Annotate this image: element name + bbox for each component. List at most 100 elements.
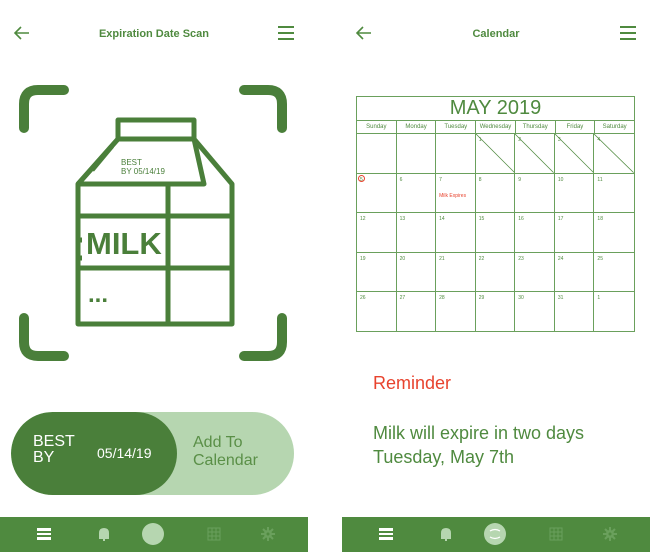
calendar-day-cell[interactable]: 14 <box>436 213 476 253</box>
weekday-label: Friday <box>556 121 596 133</box>
calendar-day-cell[interactable]: 28 <box>436 292 476 332</box>
carton-date-text: BY 05/14/19 <box>121 167 165 176</box>
day-number: 29 <box>478 295 485 302</box>
calendar-day-cell[interactable]: 10 <box>554 173 595 214</box>
weekday-label: Tuesday <box>436 121 477 133</box>
day-number: 17 <box>557 216 564 223</box>
scan-screen: Expiration Date Scan BEST BY 05/14/19 MI… <box>0 0 308 552</box>
past-day-strike-icon <box>554 134 594 173</box>
weekday-label: Monday <box>397 121 437 133</box>
day-number: 12 <box>360 216 366 223</box>
calendar-day-cell[interactable]: 20 <box>396 252 437 293</box>
carton-milk-label: MILK <box>86 226 162 261</box>
past-day-strike-icon <box>515 134 554 173</box>
day-number: 19 <box>360 255 366 262</box>
calendar-day-cell[interactable]: 1 <box>475 134 516 174</box>
nav-camera-icon[interactable] <box>481 517 521 552</box>
calendar-day-cell[interactable]: 4 <box>594 134 634 174</box>
day-number: 16 <box>518 216 524 223</box>
calendar-day-cell[interactable]: 1 <box>594 292 634 332</box>
calendar-day-cell[interactable]: 31 <box>555 292 595 332</box>
weekday-label: Wednesday <box>476 121 516 133</box>
day-number: 18 <box>597 216 603 223</box>
calendar-grid: 1 2 3 4 5 6 7 Milk Expires 8 9 10 11 12 13 14 15 16 17 18 1… <box>357 134 634 332</box>
calendar-day-cell[interactable] <box>396 134 437 174</box>
calendar-day-cell[interactable]: 30 <box>515 292 555 332</box>
calendar-day-cell[interactable] <box>436 134 476 174</box>
scan-frame-icon <box>19 85 287 361</box>
calendar-day-cell[interactable]: 7 Milk Expires <box>436 173 476 214</box>
calendar-day-cell[interactable]: 15 <box>475 213 516 253</box>
day-number: 13 <box>399 216 406 223</box>
calendar-event[interactable]: Milk Expires <box>439 193 466 199</box>
calendar-day-cell[interactable]: 3 <box>554 134 595 174</box>
day-number: 14 <box>439 216 445 223</box>
weekday-label: Thursday <box>516 121 556 133</box>
page-title: Expiration Date Scan <box>98 28 210 40</box>
calendar-day-cell[interactable]: 25 <box>594 253 634 293</box>
day-number: 11 <box>597 176 603 183</box>
carton-dots: ... <box>88 281 108 308</box>
day-number: 24 <box>557 255 564 262</box>
weekday-header: Sunday Monday Tuesday Wednesday Thursday Frid… <box>357 121 634 134</box>
day-number: 22 <box>478 255 485 262</box>
calendar-day-cell[interactable]: 21 <box>436 252 476 293</box>
weekday-label: Sunday <box>357 121 397 133</box>
past-day-strike-icon <box>594 134 634 173</box>
nav-gear-icon[interactable] <box>590 517 630 552</box>
menu-icon[interactable] <box>620 26 636 40</box>
calendar-day-cell[interactable]: 2 <box>515 134 555 174</box>
day-number: 28 <box>439 295 445 302</box>
bottom-nav <box>342 517 650 552</box>
weekday-label: Saturday <box>602 124 627 130</box>
day-number: 27 <box>399 295 406 302</box>
day-number: 6 <box>399 176 403 183</box>
calendar-day-cell[interactable]: 6 <box>396 173 437 214</box>
day-number: 25 <box>597 255 603 262</box>
calendar-day-cell[interactable]: 18 <box>594 213 634 253</box>
menu-icon[interactable] <box>278 26 294 40</box>
day-number: 26 <box>360 295 366 302</box>
calendar-day-cell[interactable]: 29 <box>476 292 516 332</box>
bottom-nav <box>0 517 308 552</box>
calendar-day-cell[interactable]: 9 <box>515 173 555 214</box>
day-number: 31 <box>557 295 564 302</box>
top-bar: Calendar <box>342 0 650 68</box>
best-by-label: BEST BY <box>33 433 75 466</box>
reminder-message: Milk will expire in two days <box>373 423 585 443</box>
calendar-day-cell[interactable]: 8 <box>475 173 516 214</box>
scan-result-pill: BEST BY 05/14/19 Add To Calendar <box>11 412 294 495</box>
calendar-day-cell[interactable]: 5 <box>357 173 397 214</box>
day-number: 30 <box>518 295 524 302</box>
calendar-day-cell[interactable]: 16 <box>515 213 555 253</box>
calendar-day-cell[interactable]: 13 <box>396 213 437 253</box>
calendar-day-cell[interactable]: 27 <box>397 292 437 332</box>
calendar-day-cell[interactable]: 17 <box>554 213 595 253</box>
nav-calendar-icon[interactable] <box>536 517 576 552</box>
add-to-calendar-button[interactable]: Add To Calendar <box>193 434 283 470</box>
calendar-screen: Calendar MAY 2019 Sunday Monday Tuesday Wed… <box>342 0 650 552</box>
nav-calendar-icon[interactable] <box>194 517 234 552</box>
calendar-day-cell[interactable]: 11 <box>594 174 634 214</box>
nav-camera-icon[interactable] <box>139 517 179 552</box>
calendar-day-cell[interactable]: 24 <box>554 252 595 293</box>
day-number: 23 <box>518 255 524 262</box>
nav-list-icon[interactable] <box>24 517 64 552</box>
calendar-day-cell[interactable]: 19 <box>357 252 397 293</box>
day-number: 15 <box>478 216 485 223</box>
day-number: 9 <box>518 176 522 183</box>
best-by-segment: BEST BY 05/14/19 <box>11 412 177 495</box>
nav-bell-icon[interactable] <box>84 517 124 552</box>
day-number: 8 <box>478 176 482 183</box>
calendar-day-cell[interactable]: 26 <box>357 292 397 332</box>
calendar-month-title: MAY 2019 <box>357 97 634 121</box>
nav-list-icon[interactable] <box>366 517 406 552</box>
calendar-day-cell[interactable]: 23 <box>515 252 555 293</box>
today-marker-icon <box>358 174 365 182</box>
nav-gear-icon[interactable] <box>248 517 288 552</box>
calendar-day-cell[interactable] <box>357 134 397 174</box>
calendar-day-cell[interactable]: 22 <box>475 252 516 293</box>
page-title: Calendar <box>472 28 520 40</box>
calendar-day-cell[interactable]: 12 <box>357 213 397 253</box>
nav-bell-icon[interactable] <box>426 517 466 552</box>
